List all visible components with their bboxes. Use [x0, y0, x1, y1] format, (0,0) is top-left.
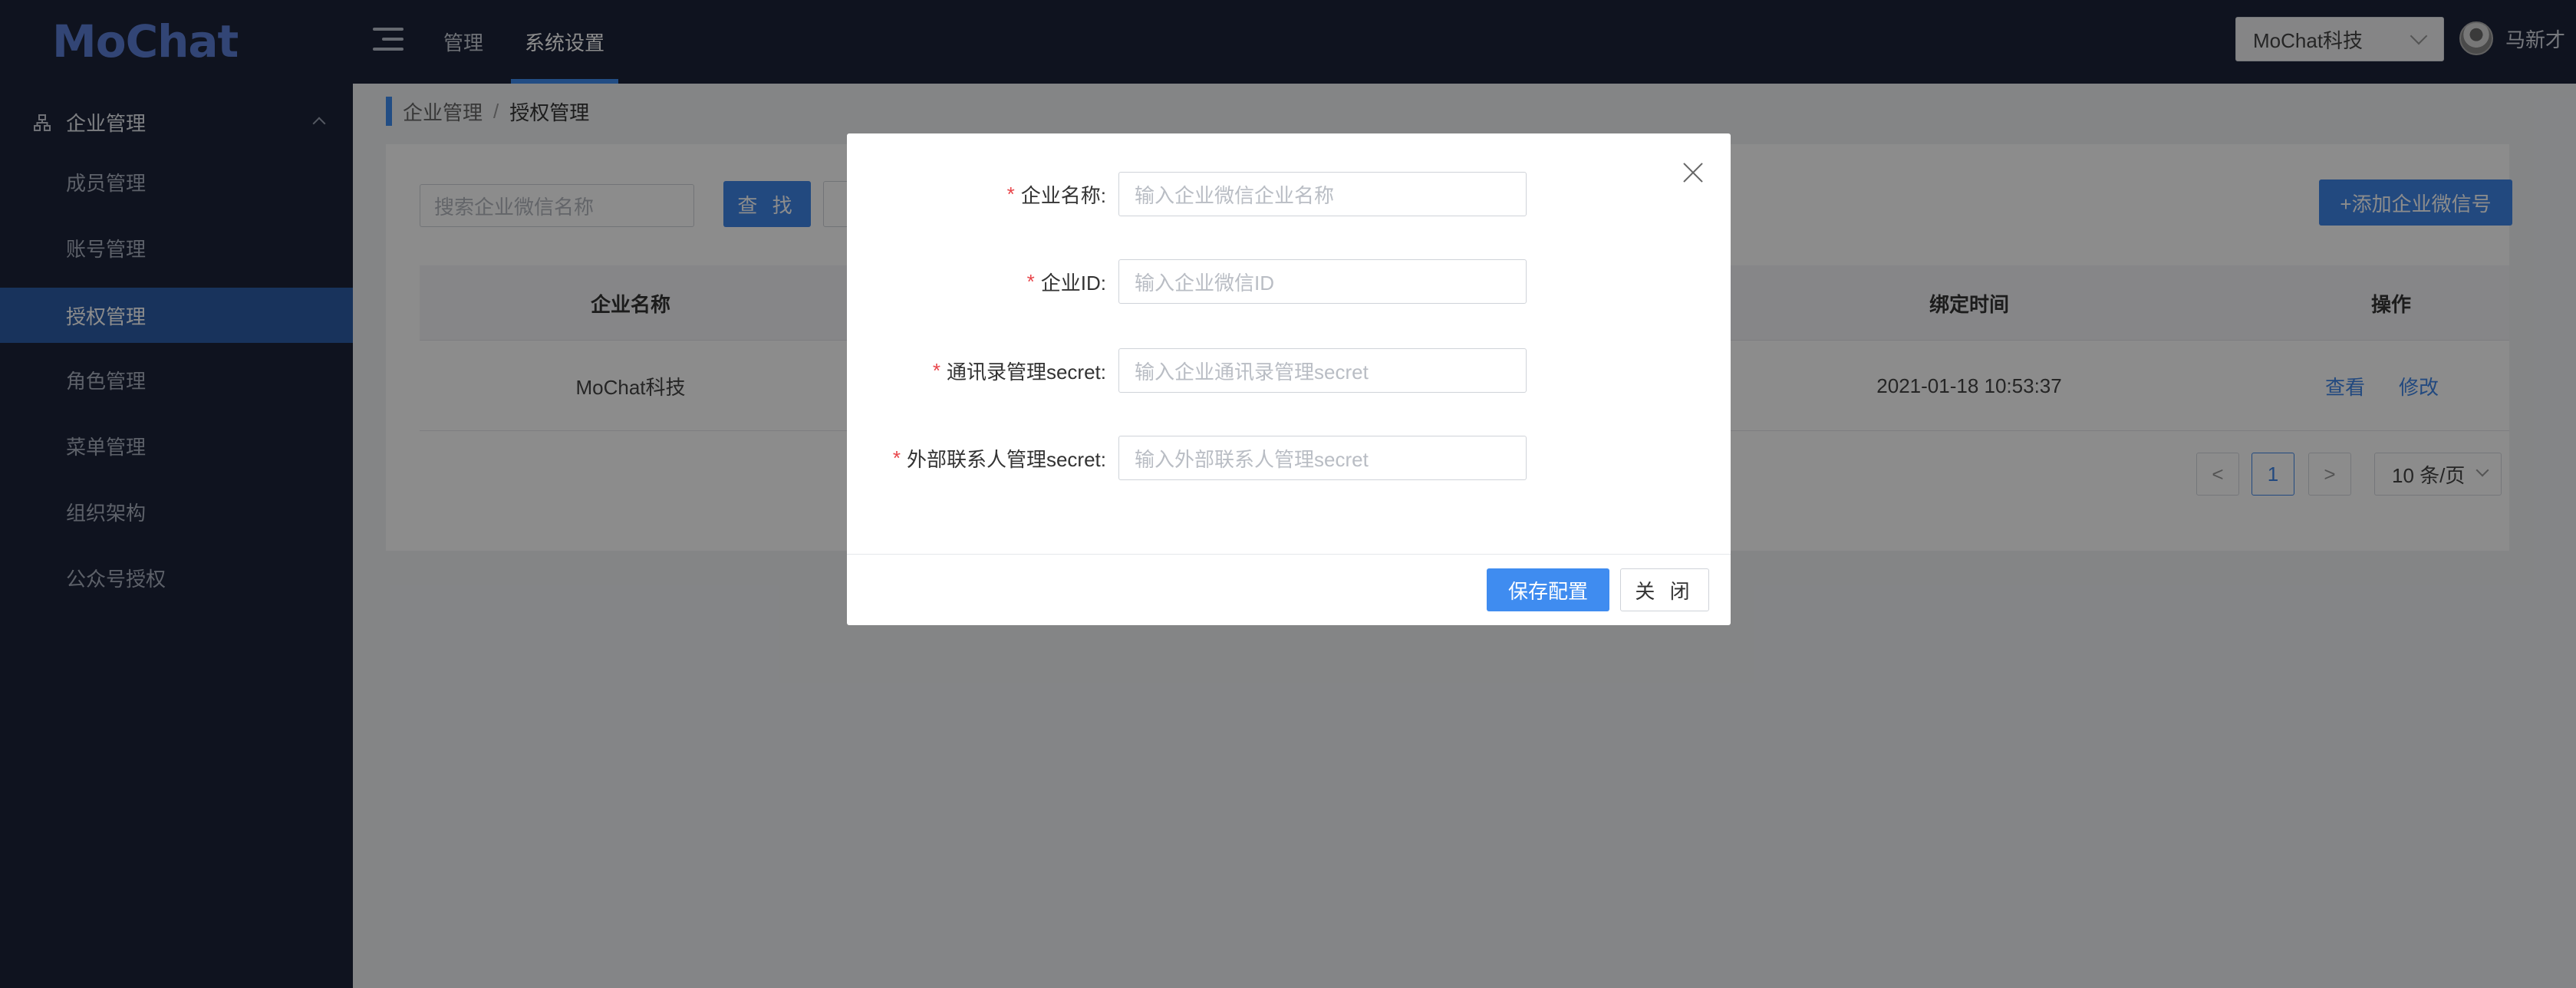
external-contact-secret-input[interactable]: 输入外部联系人管理secret — [1118, 436, 1527, 480]
wechat-config-modal: * 企业名称: 输入企业微信企业名称 * 企业ID: 输入企业微信ID * 通讯… — [847, 133, 1731, 625]
form-row-external-contact-secret: * 外部联系人管理secret: 输入外部联系人管理secret — [847, 436, 1731, 480]
company-name-input[interactable]: 输入企业微信企业名称 — [1118, 172, 1527, 216]
company-id-label: * 企业ID: — [1027, 259, 1106, 304]
required-mark: * — [1026, 269, 1035, 293]
required-mark: * — [1006, 182, 1015, 206]
contacts-secret-label-text: 通讯录管理secret: — [946, 360, 1106, 384]
external-contact-secret-label-text: 外部联系人管理secret: — [906, 447, 1106, 471]
external-contact-secret-label: * 外部联系人管理secret: — [893, 436, 1106, 480]
form-row-company-name: * 企业名称: 输入企业微信企业名称 — [847, 172, 1731, 216]
close-button[interactable]: 关 闭 — [1620, 568, 1709, 611]
save-config-button[interactable]: 保存配置 — [1487, 568, 1609, 611]
form-row-company-id: * 企业ID: 输入企业微信ID — [847, 259, 1731, 304]
modal-footer: 保存配置 关 闭 — [847, 554, 1731, 625]
contacts-secret-input[interactable]: 输入企业通讯录管理secret — [1118, 348, 1527, 393]
required-mark: * — [892, 446, 901, 469]
company-name-label-text: 企业名称: — [1020, 183, 1106, 207]
company-id-input[interactable]: 输入企业微信ID — [1118, 259, 1527, 304]
company-id-label-text: 企业ID: — [1040, 271, 1106, 295]
company-name-label: * 企业名称: — [1007, 172, 1106, 216]
contacts-secret-label: * 通讯录管理secret: — [933, 348, 1106, 393]
required-mark: * — [932, 358, 940, 382]
form-row-contacts-secret: * 通讯录管理secret: 输入企业通讯录管理secret — [847, 348, 1731, 393]
